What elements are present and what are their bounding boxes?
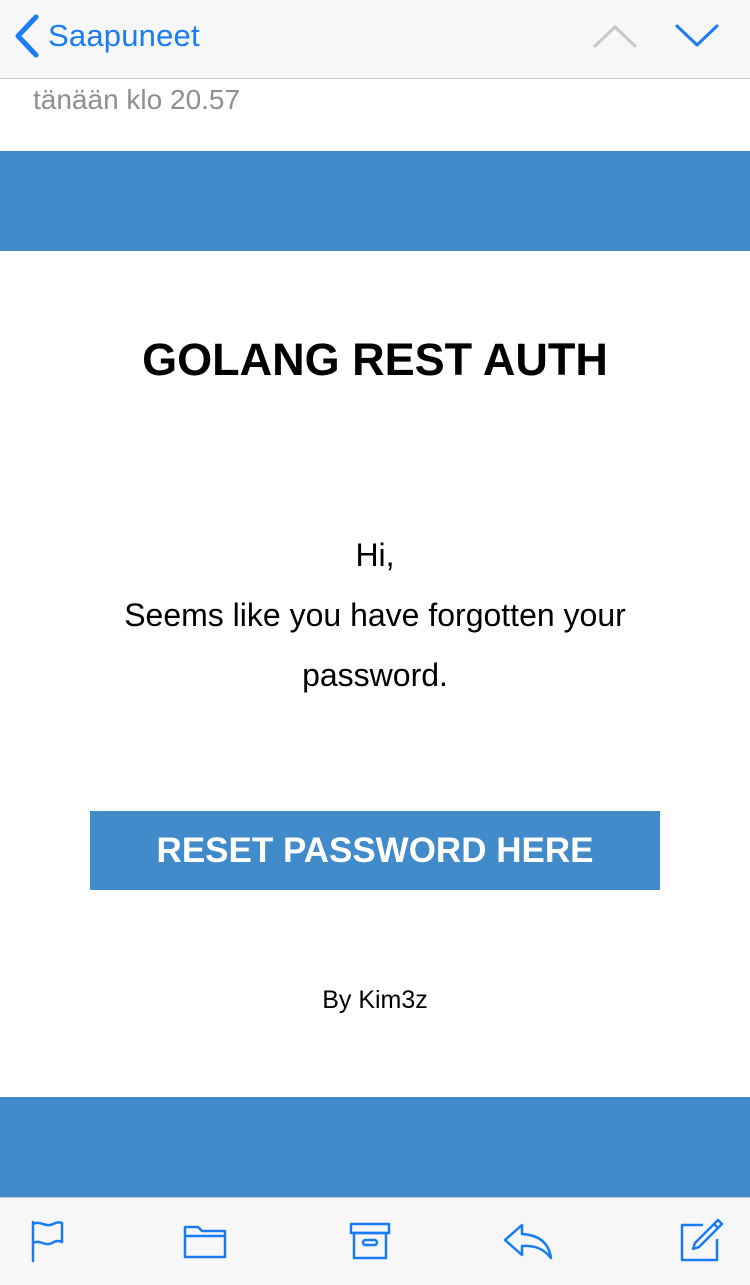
email-greeting: Hi,: [355, 537, 395, 573]
next-message-button[interactable]: [672, 14, 722, 58]
bottom-toolbar: [0, 1197, 750, 1285]
email-body-text: Seems like you have forgotten your passw…: [124, 597, 626, 693]
flag-button[interactable]: [20, 1216, 76, 1266]
email-title: GOLANG REST AUTH: [142, 334, 608, 385]
email-header-band: [0, 151, 750, 251]
chevron-up-icon: [593, 25, 637, 48]
reset-password-button[interactable]: RESET PASSWORD HERE: [90, 811, 660, 890]
archive-button[interactable]: [342, 1216, 398, 1266]
flag-icon: [31, 1220, 64, 1263]
email-message: Hi, Seems like you have forgotten your p…: [75, 525, 675, 705]
back-button[interactable]: Saapuneet: [14, 10, 200, 62]
reply-icon: [503, 1223, 553, 1260]
previous-message-button[interactable]: [590, 14, 640, 58]
chevron-left-icon: [15, 14, 39, 58]
move-to-folder-button[interactable]: [177, 1216, 233, 1266]
message-date: tänään klo 20.57: [33, 84, 241, 115]
compose-button[interactable]: [673, 1216, 729, 1266]
archive-icon: [349, 1222, 391, 1260]
compose-icon: [680, 1218, 724, 1262]
back-button-label: Saapuneet: [48, 18, 200, 53]
email-signature: By Kim3z: [322, 986, 428, 1014]
folder-icon: [183, 1225, 227, 1259]
chevron-down-icon: [675, 24, 719, 47]
navigation-bar: Saapuneet: [0, 0, 750, 79]
email-footer-band: [0, 1097, 750, 1197]
reply-button[interactable]: [500, 1216, 556, 1266]
